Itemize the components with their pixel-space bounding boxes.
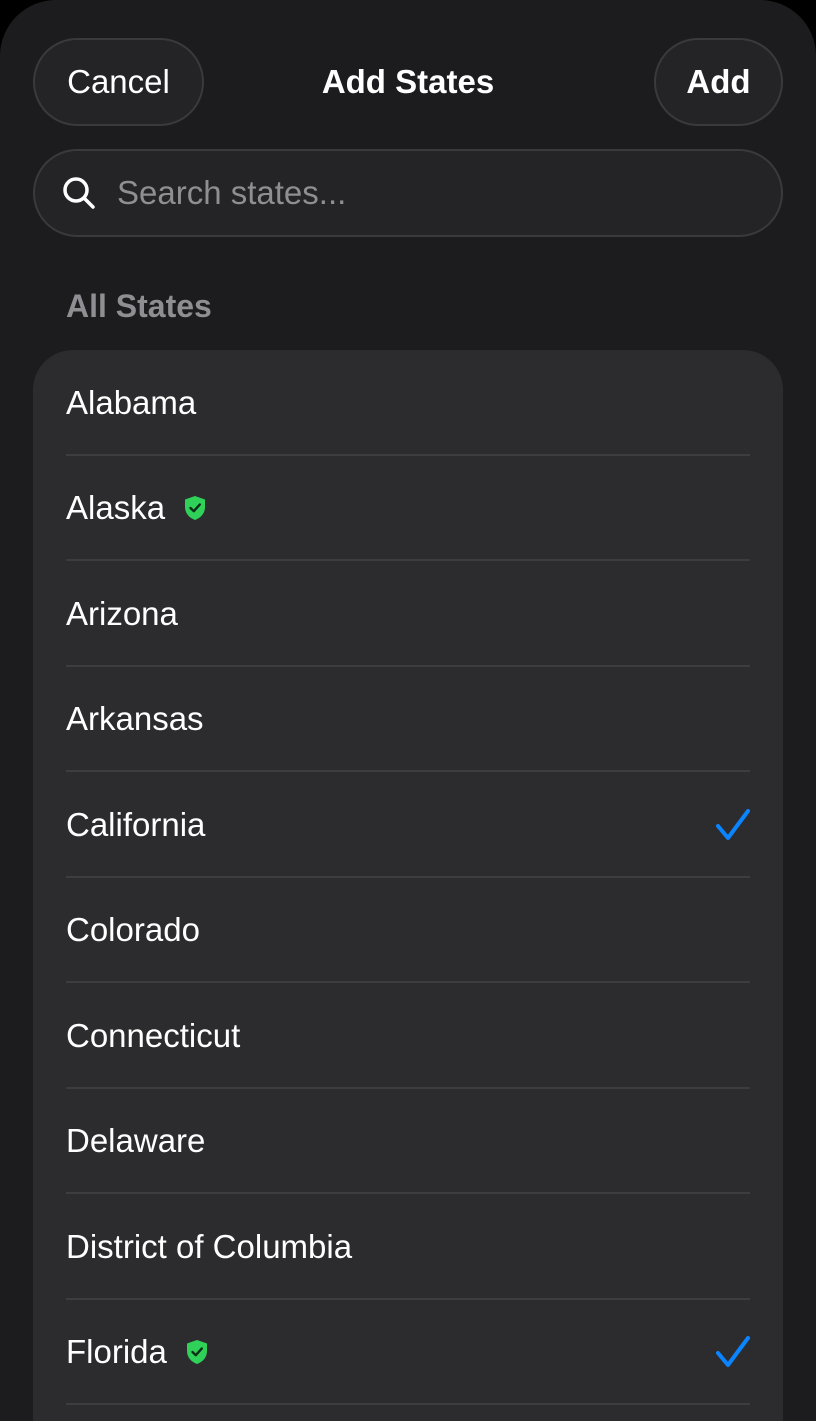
section-header-all-states: All States <box>66 288 212 324</box>
add-button[interactable]: Add <box>654 38 783 126</box>
shield-check-icon <box>186 1340 207 1365</box>
checkmark-icon <box>716 808 750 840</box>
state-name: District of Columbia <box>66 1227 353 1265</box>
state-name: Alaska <box>66 489 166 527</box>
state-name: Colorado <box>66 911 200 949</box>
state-row[interactable]: District of Columbia <box>33 1194 783 1300</box>
state-row[interactable]: Alaska <box>33 456 783 561</box>
state-row[interactable]: Delaware <box>33 1089 783 1194</box>
state-row[interactable]: Arizona <box>33 561 783 667</box>
state-name: California <box>66 805 206 843</box>
state-name: Connecticut <box>66 1016 241 1054</box>
state-name: Delaware <box>66 1122 206 1160</box>
search-icon <box>63 177 95 209</box>
state-row[interactable]: Florida <box>33 1300 783 1405</box>
state-name: Alabama <box>66 383 197 421</box>
state-name: Florida <box>66 1333 167 1371</box>
states-list: Alabama Alaska Arizona Arkansas California Co… <box>33 350 783 1421</box>
search-input[interactable] <box>115 173 781 213</box>
add-states-sheet: Cancel Add States Add All States Alabama… <box>0 0 816 1421</box>
state-row[interactable]: Arkansas <box>33 667 783 772</box>
checkmark-icon <box>716 1336 750 1368</box>
state-name: Arizona <box>66 594 178 632</box>
shield-check-icon <box>185 496 206 521</box>
state-row[interactable]: Colorado <box>33 878 783 983</box>
cancel-button[interactable]: Cancel <box>33 38 204 126</box>
state-row[interactable]: Alabama <box>33 350 783 456</box>
state-row[interactable]: California <box>33 772 783 878</box>
search-bar[interactable] <box>33 149 783 237</box>
state-row[interactable]: Connecticut <box>33 983 783 1089</box>
state-name: Arkansas <box>66 700 204 738</box>
row-divider <box>66 1403 750 1405</box>
